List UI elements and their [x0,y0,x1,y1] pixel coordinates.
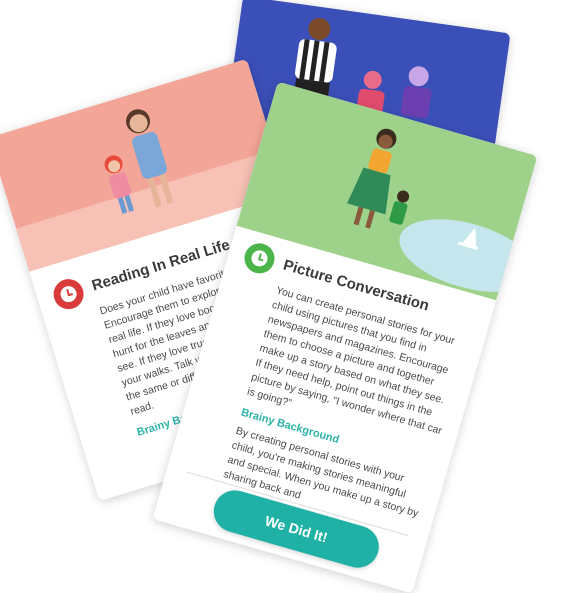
clock-icon [49,275,88,313]
clock-icon [240,239,279,277]
